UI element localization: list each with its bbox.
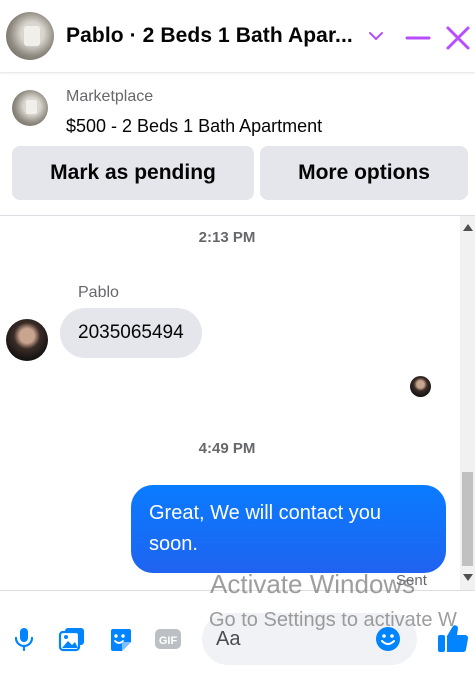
close-icon[interactable] (444, 24, 472, 52)
thread-scrollbar[interactable] (460, 216, 475, 590)
sticker-icon[interactable] (106, 625, 134, 653)
chevron-down-icon[interactable] (367, 27, 385, 45)
listing-title[interactable]: $500 - 2 Beds 1 Bath Apartment (66, 116, 322, 137)
timestamp: 4:49 PM (198, 440, 256, 457)
gif-label: GIF (159, 635, 178, 647)
scrollbar-thumb[interactable] (462, 472, 473, 566)
sender-name: Pablo (78, 284, 119, 301)
minimize-icon[interactable] (404, 24, 432, 52)
marketplace-listing: Marketplace $500 - 2 Beds 1 Bath Apartme… (0, 72, 475, 216)
sender-avatar[interactable] (6, 319, 48, 361)
photo-icon[interactable] (58, 625, 86, 653)
emoji-icon[interactable] (374, 625, 402, 653)
more-options-button[interactable]: More options (260, 146, 468, 200)
gif-icon[interactable]: GIF (154, 625, 182, 653)
read-receipt-avatar (410, 376, 431, 397)
chat-header: Pablo · 2 Beds 1 Bath Apar... (0, 0, 475, 72)
scroll-down-arrow-icon[interactable] (463, 574, 473, 581)
conversation-title[interactable]: Pablo · 2 Beds 1 Bath Apar... (66, 24, 356, 48)
scroll-up-arrow-icon[interactable] (463, 224, 473, 231)
listing-thumbnail[interactable] (12, 90, 48, 126)
message-status: Sent (396, 572, 427, 589)
message-thread: 2:13 PM Pablo 2035065494 4:49 PM Great, … (0, 216, 460, 590)
like-icon[interactable] (436, 621, 470, 655)
mark-as-pending-button[interactable]: Mark as pending (12, 146, 254, 200)
listing-source: Marketplace (66, 88, 154, 105)
message-composer: GIF (0, 590, 475, 676)
timestamp: 2:13 PM (198, 229, 256, 246)
conversation-avatar[interactable] (6, 12, 54, 60)
outgoing-message[interactable]: Great, We will contact you soon. (131, 485, 446, 573)
microphone-icon[interactable] (10, 625, 38, 653)
incoming-message[interactable]: 2035065494 (60, 308, 202, 358)
